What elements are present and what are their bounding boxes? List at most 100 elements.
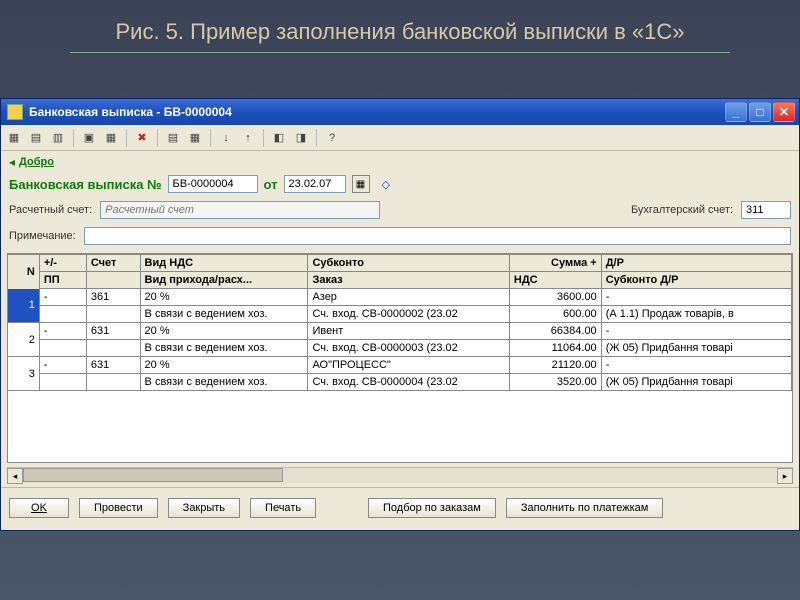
print-button[interactable]: Печать xyxy=(250,498,316,518)
cell-subkonto[interactable]: АО"ПРОЦЕСС" xyxy=(308,357,509,374)
cell-schet2[interactable] xyxy=(86,306,140,323)
toolbar-icon[interactable]: ▦ xyxy=(186,129,204,147)
ok-button[interactable]: OK xyxy=(9,498,69,518)
cell-subdr[interactable]: (А 1.1) Продаж товарів, в xyxy=(601,306,791,323)
toolbar-icon[interactable]: ◧ xyxy=(270,129,288,147)
cell-summa[interactable]: 66384.00 xyxy=(509,323,601,340)
arrow-up-icon[interactable]: ↑ xyxy=(239,129,257,147)
doc-date-field[interactable] xyxy=(284,175,346,193)
cell-vidpr[interactable]: В связи с ведением хоз. xyxy=(140,340,308,357)
toolbar-icon[interactable]: ✖ xyxy=(133,129,151,147)
cell-n[interactable]: 1 xyxy=(8,289,39,323)
help-icon[interactable]: ? xyxy=(323,129,341,147)
cell-nds[interactable]: 600.00 xyxy=(509,306,601,323)
note-field[interactable] xyxy=(84,227,791,245)
cell-zakaz[interactable]: Сч. вход. СВ-0000004 (23.02 xyxy=(308,374,509,391)
scroll-left-icon[interactable]: ◂ xyxy=(7,468,23,484)
cell-zakaz[interactable]: Сч. вход. СВ-0000002 (23.02 xyxy=(308,306,509,323)
th-vidnds[interactable]: Вид НДС xyxy=(140,255,308,272)
cell-vidnds[interactable]: 20 % xyxy=(140,323,308,340)
table-row[interactable]: В связи с ведением хоз.Сч. вход. СВ-0000… xyxy=(8,340,792,357)
horizontal-scrollbar[interactable]: ◂ ▸ xyxy=(7,467,793,483)
toolbar-icon[interactable]: ▤ xyxy=(27,129,45,147)
cell-zakaz[interactable]: Сч. вход. СВ-0000003 (23.02 xyxy=(308,340,509,357)
th-summa[interactable]: Сумма + xyxy=(509,255,601,272)
toolbar-icon[interactable]: ▦ xyxy=(5,129,23,147)
cell-schet2[interactable] xyxy=(86,340,140,357)
cell-pp[interactable] xyxy=(39,340,86,357)
cell-pm[interactable]: - xyxy=(39,323,86,340)
arrow-down-icon[interactable]: ↓ xyxy=(217,129,235,147)
cell-n[interactable]: 3 xyxy=(8,357,39,391)
cell-pm[interactable]: - xyxy=(39,357,86,374)
th-subkonto[interactable]: Субконто xyxy=(308,255,509,272)
th-n[interactable]: N xyxy=(8,255,39,289)
date-label: от xyxy=(264,177,278,192)
table-row[interactable]: 3-63120 %АО"ПРОЦЕСС"21120.00- xyxy=(8,357,792,374)
cell-schet2[interactable] xyxy=(86,374,140,391)
cell-summa[interactable]: 3600.00 xyxy=(509,289,601,306)
close-button[interactable]: ✕ xyxy=(773,102,795,122)
cell-dr[interactable]: - xyxy=(601,357,791,374)
table-row[interactable]: 1-36120 %Азер3600.00- xyxy=(8,289,792,306)
toolbar-separator xyxy=(73,129,74,147)
cell-subdr[interactable]: (Ж 05) Придбання товарі xyxy=(601,374,791,391)
maximize-button[interactable]: □ xyxy=(749,102,771,122)
cell-pm[interactable]: - xyxy=(39,289,86,306)
minimize-button[interactable]: _ xyxy=(725,102,747,122)
doc-number-field[interactable] xyxy=(168,175,258,193)
th-vidpr[interactable]: Вид прихода/расх... xyxy=(140,272,308,289)
toolbar-icon[interactable]: ▤ xyxy=(164,129,182,147)
th-subdr[interactable]: Субконто Д/Р xyxy=(601,272,791,289)
table-row[interactable]: В связи с ведением хоз.Сч. вход. СВ-0000… xyxy=(8,306,792,323)
toolbar-icon[interactable]: ▣ xyxy=(80,129,98,147)
cell-subkonto[interactable]: Азер xyxy=(308,289,509,306)
rs-field[interactable] xyxy=(100,201,380,219)
th-dr[interactable]: Д/Р xyxy=(601,255,791,272)
cell-schet[interactable]: 631 xyxy=(86,323,140,340)
close-doc-button[interactable]: Закрыть xyxy=(168,498,240,518)
cell-schet[interactable]: 631 xyxy=(86,357,140,374)
dobro-link[interactable]: Добро xyxy=(19,156,54,168)
cell-vidpr[interactable]: В связи с ведением хоз. xyxy=(140,374,308,391)
th-zakaz[interactable]: Заказ xyxy=(308,272,509,289)
th-pm[interactable]: +/- xyxy=(39,255,86,272)
th-schet2[interactable] xyxy=(86,272,140,289)
provesti-button[interactable]: Провести xyxy=(79,498,158,518)
table-row[interactable]: 2-63120 %Ивент66384.00- xyxy=(8,323,792,340)
cell-vidnds[interactable]: 20 % xyxy=(140,357,308,374)
bs-field[interactable] xyxy=(741,201,791,219)
podbor-button[interactable]: Подбор по заказам xyxy=(368,498,496,518)
table-row[interactable]: В связи с ведением хоз.Сч. вход. СВ-0000… xyxy=(8,374,792,391)
zapolnit-button[interactable]: Заполнить по платежкам xyxy=(506,498,663,518)
scroll-thumb[interactable] xyxy=(23,468,283,482)
doc-type-label: Банковская выписка № xyxy=(9,177,162,192)
th-pp[interactable]: ПП xyxy=(39,272,86,289)
cell-pp[interactable] xyxy=(39,306,86,323)
th-schet[interactable]: Счет xyxy=(86,255,140,272)
toolbar-icon[interactable]: ▦ xyxy=(102,129,120,147)
cell-vidpr[interactable]: В связи с ведением хоз. xyxy=(140,306,308,323)
toolbar-icon[interactable]: ◨ xyxy=(292,129,310,147)
scroll-right-icon[interactable]: ▸ xyxy=(777,468,793,484)
cell-vidnds[interactable]: 20 % xyxy=(140,289,308,306)
toolbar-separator xyxy=(263,129,264,147)
cell-summa[interactable]: 21120.00 xyxy=(509,357,601,374)
cell-nds[interactable]: 3520.00 xyxy=(509,374,601,391)
cell-dr[interactable]: - xyxy=(601,323,791,340)
cell-nds[interactable]: 11064.00 xyxy=(509,340,601,357)
toolbar-separator xyxy=(210,129,211,147)
cell-schet[interactable]: 361 xyxy=(86,289,140,306)
cell-subkonto[interactable]: Ивент xyxy=(308,323,509,340)
toolbar-icon[interactable]: ▥ xyxy=(49,129,67,147)
cell-subdr[interactable]: (Ж 05) Придбання товарі xyxy=(601,340,791,357)
scroll-track[interactable] xyxy=(23,468,777,483)
nav-icons[interactable]: ◇ xyxy=(382,178,390,191)
title-underline xyxy=(70,52,730,53)
cell-n[interactable]: 2 xyxy=(8,323,39,357)
cell-dr[interactable]: - xyxy=(601,289,791,306)
cell-pp[interactable] xyxy=(39,374,86,391)
th-nds[interactable]: НДС xyxy=(509,272,601,289)
calendar-icon[interactable]: ▦ xyxy=(352,175,370,193)
toolbar: ▦ ▤ ▥ ▣ ▦ ✖ ▤ ▦ ↓ ↑ ◧ ◨ ? xyxy=(1,125,799,151)
